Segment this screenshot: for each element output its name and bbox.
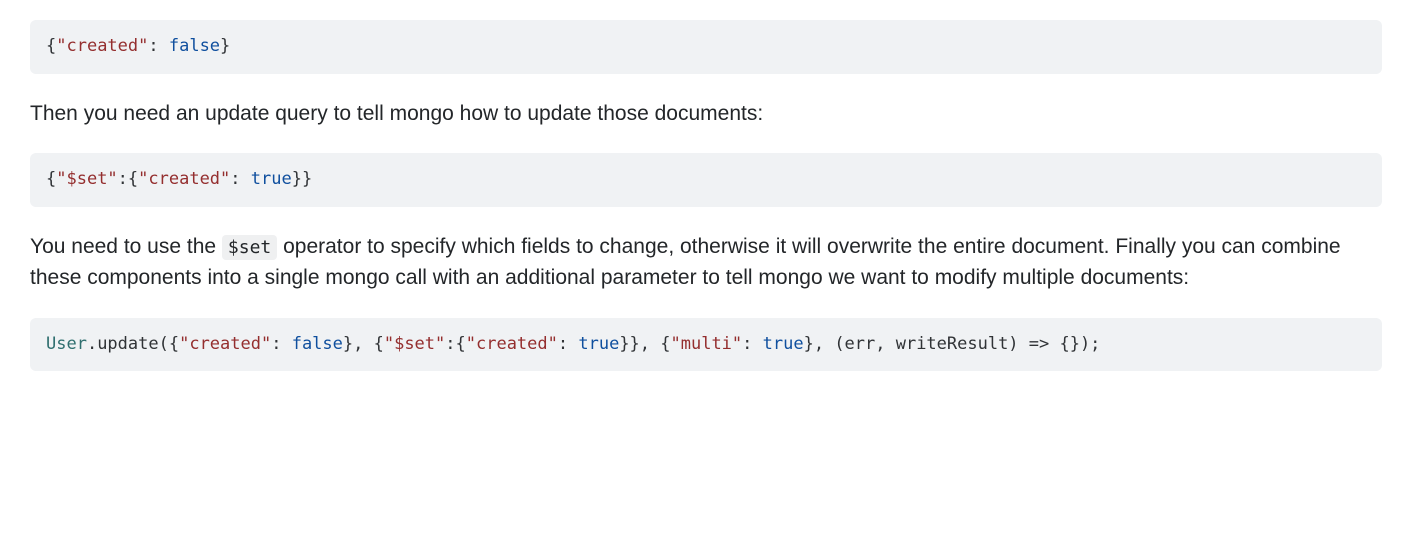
- json-key: "$set": [56, 169, 117, 189]
- json-bool: false: [169, 36, 220, 56]
- code-block-1: {"created": false}: [30, 20, 1382, 74]
- code-block-3[interactable]: User.update({"created": false}, {"$set":…: [30, 318, 1382, 372]
- json-key: "created": [138, 169, 230, 189]
- json-bool: true: [763, 334, 804, 354]
- json-key: "multi": [671, 334, 743, 354]
- code-tail: , (err, writeResult) => {});: [814, 334, 1101, 354]
- json-key: "created": [56, 36, 148, 56]
- paragraph-1: Then you need an update query to tell mo…: [30, 98, 1382, 130]
- json-bool: true: [251, 169, 292, 189]
- json-key: "created": [466, 334, 558, 354]
- inline-code-set: $set: [222, 235, 277, 260]
- json-bool: true: [578, 334, 619, 354]
- json-key: "created": [179, 334, 271, 354]
- paragraph-2: You need to use the $set operator to spe…: [30, 231, 1382, 294]
- code-block-2: {"$set":{"created": true}}: [30, 153, 1382, 207]
- code-method: .update(: [87, 334, 169, 354]
- paragraph-text-a: You need to use the: [30, 235, 222, 258]
- json-bool: false: [292, 334, 343, 354]
- code-identifier: User: [46, 334, 87, 354]
- json-key: "$set": [384, 334, 445, 354]
